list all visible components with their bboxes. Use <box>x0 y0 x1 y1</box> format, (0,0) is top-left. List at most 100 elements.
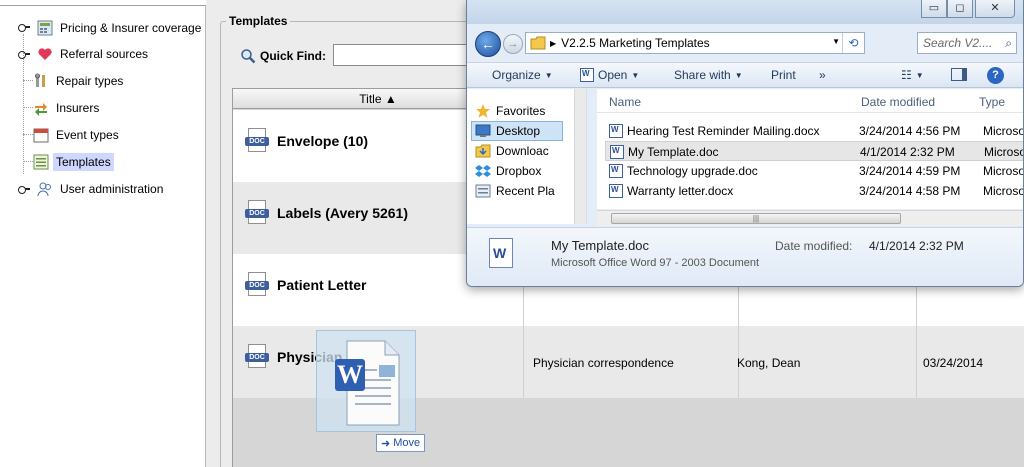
row-title-text: Labels (Avery 5261) <box>277 205 408 221</box>
scrollbar-thumb[interactable]: ||| <box>611 213 901 224</box>
expand-handle-icon[interactable] <box>18 185 30 194</box>
address-bar[interactable]: ▶ V2.2.5 Marketing Templates ▼ ⟲ <box>525 32 865 54</box>
file-list: Name Date modified Type Hearing Test Rem… <box>597 89 1023 209</box>
calculator-icon <box>37 20 53 36</box>
more-commands-button[interactable]: » <box>819 68 826 82</box>
row-date: 03/24/2014 <box>923 356 984 370</box>
column-divider <box>523 326 524 398</box>
doc-file-icon: DOC <box>245 344 269 370</box>
tree-item-insurers[interactable]: Insurers <box>33 98 102 118</box>
star-icon <box>475 104 491 118</box>
details-date-value: 4/1/2014 2:32 PM <box>869 239 964 253</box>
tools-icon <box>33 73 49 89</box>
quick-find-label: Quick Find: <box>240 48 326 64</box>
row-title: DOC Patient Letter <box>245 272 366 298</box>
details-file-name: My Template.doc <box>551 238 650 253</box>
tree-line <box>23 161 33 162</box>
tree-item-referral-sources[interactable]: Referral sources <box>37 44 151 64</box>
details-file-type: Microsoft Office Word 97 - 2003 Document <box>551 257 760 269</box>
users-icon <box>37 181 53 197</box>
word-small-icon <box>580 68 594 82</box>
breadcrumb-separator: ▶ <box>550 38 557 48</box>
tree-item-label: Insurers <box>56 101 100 115</box>
word-file-icon <box>609 164 623 178</box>
help-icon[interactable]: ? <box>987 67 1004 84</box>
move-drop-badge: ➜ Move <box>376 434 426 452</box>
horizontal-scrollbar[interactable]: ||| <box>597 210 1023 226</box>
refresh-icon[interactable]: ⟲ <box>842 33 864 53</box>
tree-line <box>23 134 33 135</box>
close-button[interactable]: ✕ <box>975 0 1015 18</box>
settings-tree: Pricing & Insurer coverage Referral sour… <box>0 0 206 467</box>
tree-item-label: Pricing & Insurer coverage <box>60 21 202 35</box>
organize-button[interactable]: Organize ▼ <box>492 68 553 82</box>
explorer-titlebar[interactable]: ▭ ◻ ✕ <box>467 0 1023 24</box>
row-description: Physician correspondence <box>533 356 674 370</box>
tree-item-label: Templates <box>53 153 114 171</box>
nav-item-downloads[interactable]: Downloac <box>475 141 549 161</box>
column-header-date[interactable]: Date modified <box>861 95 935 109</box>
template-icon <box>33 154 49 170</box>
forward-arrow-icon[interactable]: → <box>503 34 523 54</box>
magnifier-icon <box>240 48 256 64</box>
column-header-type[interactable]: Type <box>979 95 1005 109</box>
tree-item-templates[interactable]: Templates <box>33 152 114 172</box>
nav-item-recent-places[interactable]: Recent Pla <box>475 181 555 201</box>
nav-item-favorites[interactable]: Favorites <box>475 101 545 121</box>
details-pane: My Template.doc Microsoft Office Word 97… <box>467 227 1023 286</box>
tree-item-label: Repair types <box>56 74 124 88</box>
word-file-icon <box>609 124 623 138</box>
address-row: ← → ▶ V2.2.5 Marketing Templates ▼ ⟲ Sea… <box>467 26 1023 58</box>
open-button[interactable]: Open▼ <box>580 68 639 82</box>
column-header-name[interactable]: Name <box>609 95 641 109</box>
minimize-button[interactable]: ▭ <box>921 0 947 18</box>
row-title-text: Envelope (10) <box>277 133 369 149</box>
chevron-down-icon[interactable]: ▼ <box>832 37 840 46</box>
explorer-toolbar: Organize▼ Open▼ Share with▼ Print » ☷▼ ? <box>467 62 1023 88</box>
recent-places-icon <box>475 184 491 198</box>
templates-group-title: Templates <box>226 14 291 28</box>
arrow-right-icon: ➜ <box>381 437 391 450</box>
tree-item-event-types[interactable]: Event types <box>33 125 122 145</box>
maximize-button[interactable]: ◻ <box>947 0 973 18</box>
view-options-icon[interactable]: ☷ ▼ <box>901 68 924 82</box>
tree-line <box>23 107 33 108</box>
navigation-pane: Favorites Desktop Downloac Dropbox Recen… <box>467 89 587 224</box>
back-arrow-icon[interactable]: ← <box>475 31 501 57</box>
word-document-icon <box>489 238 513 268</box>
desktop-icon <box>475 124 491 138</box>
expand-handle-icon[interactable] <box>18 23 30 32</box>
file-row[interactable]: Technology upgrade.doc 3/24/2014 4:59 PM… <box>605 161 1023 181</box>
nav-item-dropbox[interactable]: Dropbox <box>475 161 541 181</box>
heart-icon <box>37 46 53 62</box>
search-input[interactable]: Search V2.... ⌕ <box>917 32 1017 54</box>
move-badge-label: Move <box>393 437 421 449</box>
tree-item-repair-types[interactable]: Repair types <box>33 71 126 91</box>
share-with-button[interactable]: Share with ▼ <box>674 68 743 82</box>
doc-file-icon: DOC <box>245 128 269 154</box>
file-row[interactable]: Hearing Test Reminder Mailing.docx 3/24/… <box>605 121 1023 141</box>
expand-handle-icon[interactable] <box>18 50 30 59</box>
preview-pane-icon[interactable] <box>951 68 967 81</box>
doc-file-icon: DOC <box>245 272 269 298</box>
file-row[interactable]: Warranty letter.docx 3/24/2014 4:58 PM M… <box>605 181 1023 201</box>
calendar-icon <box>33 127 49 143</box>
tree-item-user-administration[interactable]: User administration <box>37 179 166 199</box>
search-icon[interactable]: ⌕ <box>1005 33 1012 53</box>
tree-item-label: Referral sources <box>60 47 149 61</box>
tree-item-label: Event types <box>56 128 119 142</box>
nav-item-desktop[interactable]: Desktop <box>471 121 563 141</box>
arrows-icon <box>33 100 49 116</box>
address-path: V2.2.5 Marketing Templates <box>561 36 710 50</box>
word-file-icon <box>610 145 624 159</box>
column-divider <box>916 326 917 398</box>
row-title: DOC Labels (Avery 5261) <box>245 200 408 226</box>
tree-top-border <box>0 0 206 6</box>
file-row-selected[interactable]: My Template.doc 4/1/2014 2:32 PM Microso <box>605 141 1023 161</box>
file-list-header: Name Date modified Type <box>597 89 1023 113</box>
nav-pane-scrollbar[interactable] <box>574 89 586 224</box>
tree-item-pricing[interactable]: Pricing & Insurer coverage <box>37 18 204 38</box>
search-placeholder: Search V2.... <box>923 36 993 50</box>
print-button[interactable]: Print <box>771 68 796 82</box>
quick-find-text: Quick Find: <box>260 49 326 63</box>
